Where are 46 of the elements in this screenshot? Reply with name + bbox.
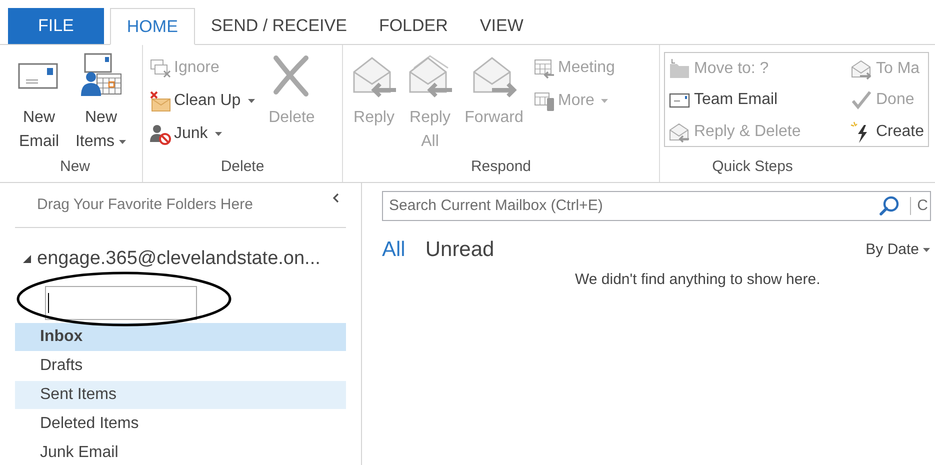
filter-tab[interactable]: Unread: [425, 234, 494, 266]
folder-item[interactable]: Inbox: [15, 323, 346, 351]
ribbon-tab[interactable]: FOLDER: [362, 8, 464, 44]
person-blocked-icon: [149, 122, 171, 144]
caret-icon: [118, 138, 127, 145]
ribbon-button[interactable]: Clean Up: [149, 87, 256, 114]
ribbon-button[interactable]: New Items: [70, 52, 132, 154]
ribbon-tab[interactable]: SEND / RECEIVE: [194, 8, 363, 44]
account-folder[interactable]: engage.365@clevelandstate.on...: [22, 246, 320, 272]
folder-item[interactable]: Junk Email: [15, 439, 346, 465]
search-field[interactable]: Search Current Mailbox (Ctrl+E) C: [382, 191, 931, 221]
search-icon: [878, 195, 900, 217]
group-label: Respond: [470, 157, 532, 177]
ribbon-button[interactable]: New Email: [14, 52, 64, 154]
envelope-arrow-icon: [668, 120, 690, 143]
collapse-button[interactable]: [332, 193, 340, 203]
envelope-arrow-icon: [850, 58, 872, 80]
group-label: Quick Steps: [711, 157, 794, 177]
empty-message: We didn't find anything to show here.: [575, 270, 822, 290]
search-scope-dropdown[interactable]: C: [917, 194, 930, 218]
quick-step-item[interactable]: Team Email: [668, 86, 844, 114]
calendar-phone-icon: [533, 90, 555, 112]
ribbon-button[interactable]: Junk: [149, 120, 256, 147]
folder-icon: [668, 58, 690, 80]
quick-step-item[interactable]: Create: [850, 118, 928, 146]
group-label: Delete: [220, 157, 266, 177]
ribbon-tab[interactable]: VIEW: [464, 8, 540, 44]
caret-icon: [214, 130, 223, 136]
ribbon-tab[interactable]: FILE: [8, 8, 104, 44]
caret-icon: [922, 246, 931, 253]
caret-icon: [246, 98, 256, 104]
ribbon-tab[interactable]: HOME: [110, 8, 195, 45]
envelopes-x-icon: [149, 56, 171, 78]
group-label: New: [58, 157, 91, 177]
calendar-arrow-icon: [533, 56, 555, 78]
folder-item[interactable]: Sent Items: [15, 381, 346, 409]
sort-dropdown[interactable]: By Date: [866, 238, 931, 262]
chevron-left-icon: [332, 193, 340, 203]
checkmark-icon: [850, 89, 872, 112]
folder-item[interactable]: Deleted Items: [15, 410, 346, 438]
favorites-hint: Drag Your Favorite Folders Here: [36, 194, 253, 215]
folder-item[interactable]: Drafts: [15, 352, 346, 380]
folder-envelope-icon: [149, 90, 171, 112]
folder-name-field[interactable]: [45, 286, 197, 320]
filter-tab[interactable]: All: [382, 234, 406, 266]
caret-icon: [600, 98, 610, 104]
